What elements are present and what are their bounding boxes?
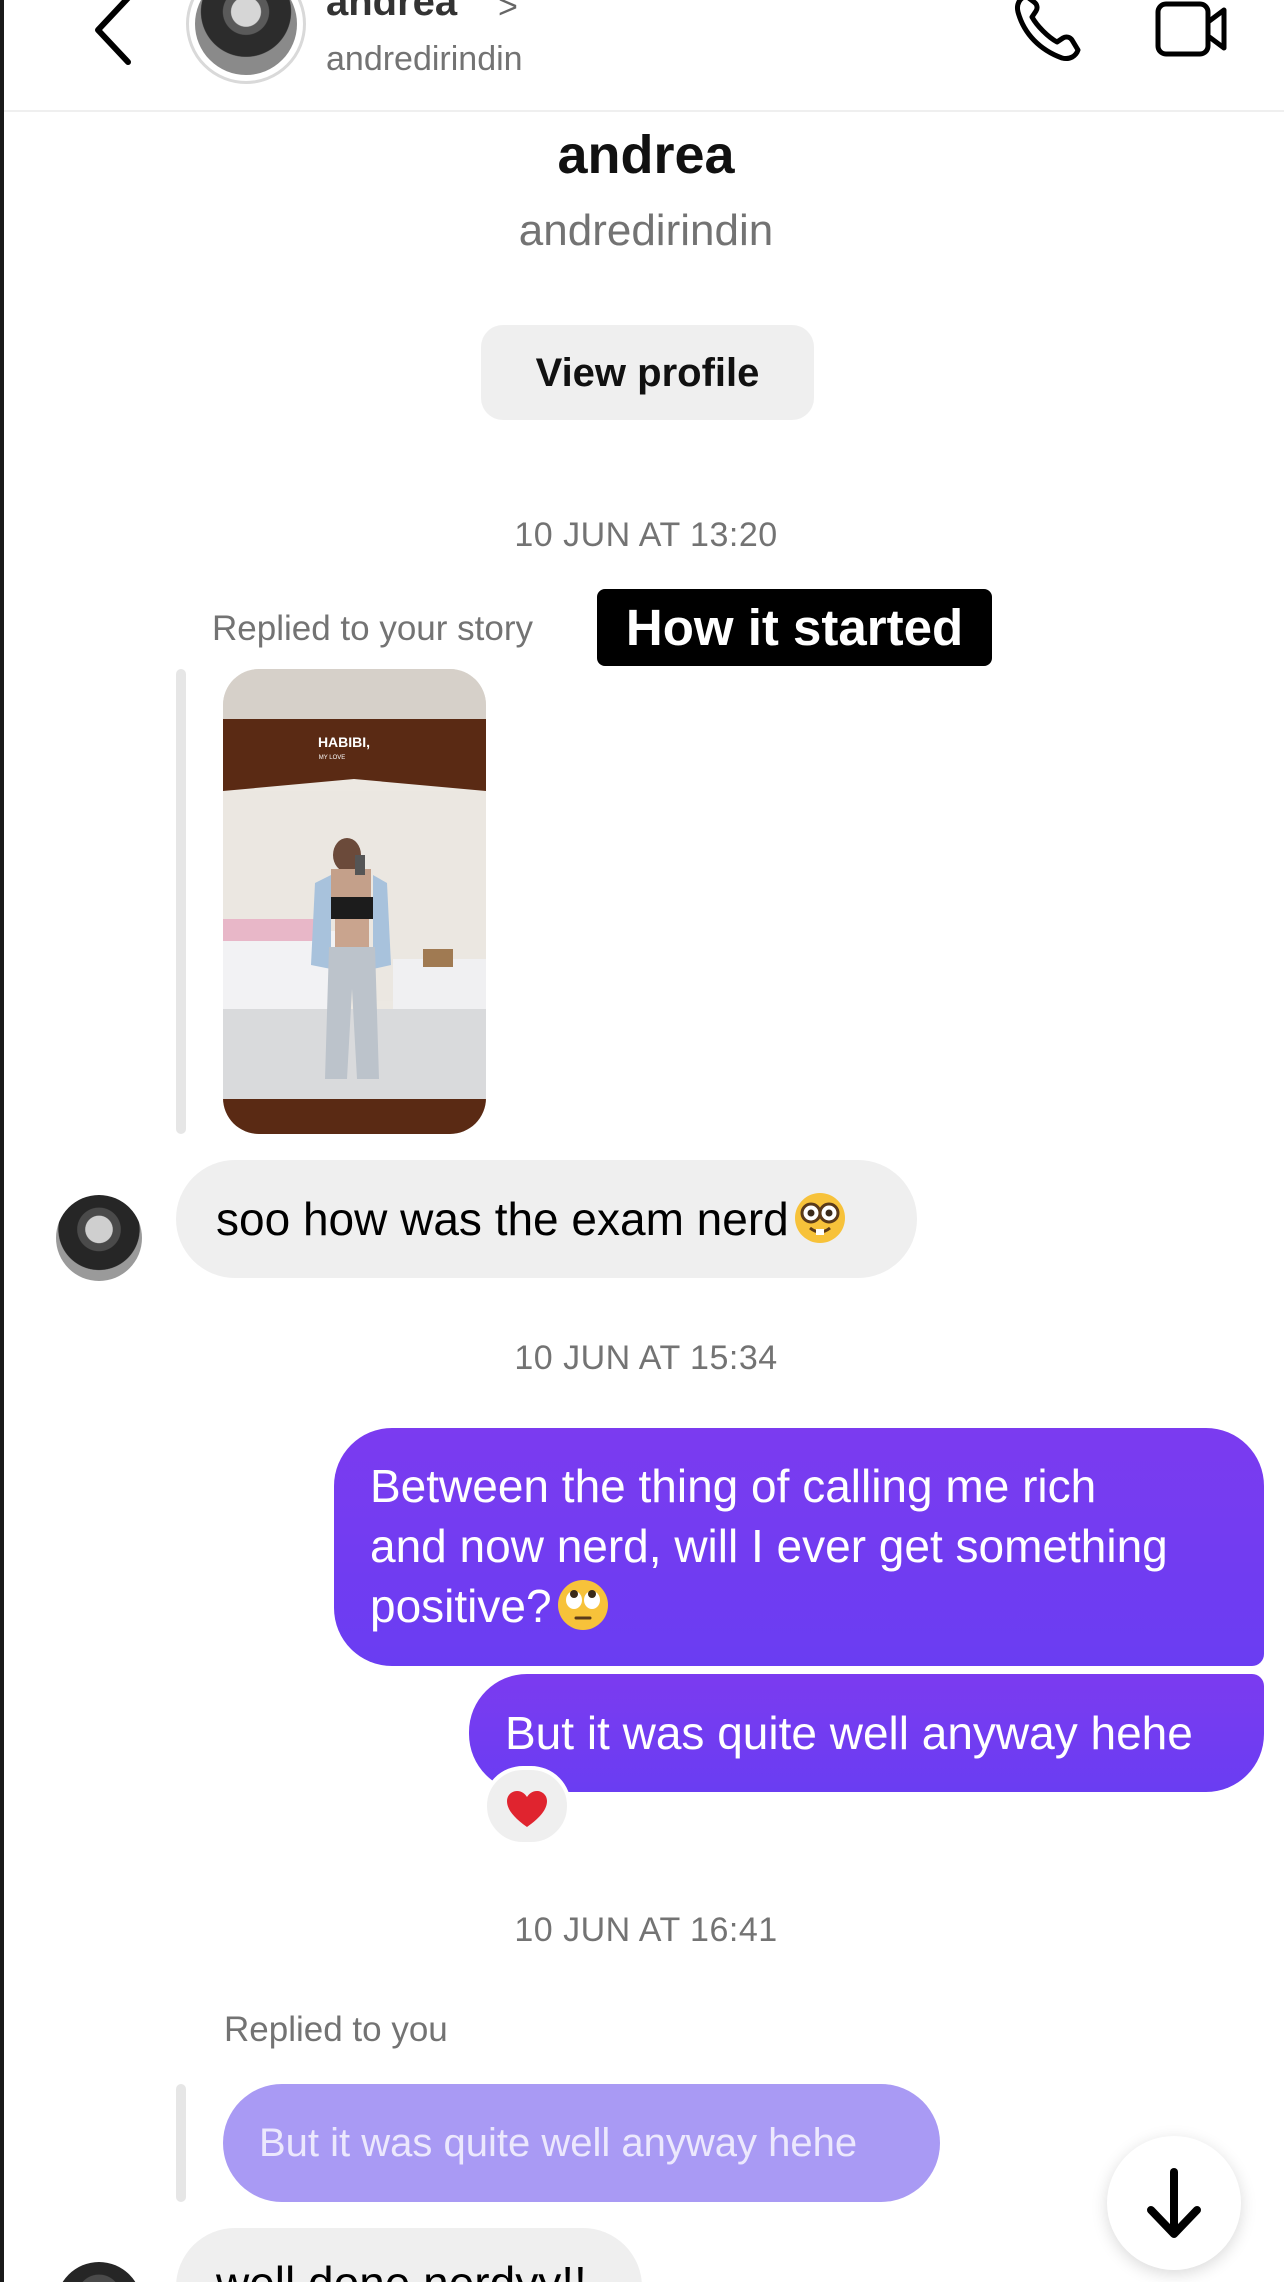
chevron-right-icon: > <box>498 0 518 26</box>
profile-handle: andredirindin <box>518 206 774 255</box>
audio-call-button[interactable] <box>1012 0 1082 64</box>
story-sticker-text: HABIBI, <box>318 734 370 750</box>
nerd-face-icon <box>794 1193 845 1243</box>
story-reply-label: Replied to your story <box>212 609 533 648</box>
message-text: soo how was the exam nerd <box>216 1193 789 1245</box>
phone-icon <box>1015 0 1081 61</box>
arrow-down-icon <box>1147 2168 1201 2238</box>
reply-indicator-bar <box>176 2084 186 2202</box>
outgoing-message[interactable]: But it was quite well anyway hehe <box>469 1674 1264 1792</box>
contact-name[interactable]: andrea <box>326 0 457 25</box>
chevron-left-icon <box>95 0 131 65</box>
quoted-message[interactable]: But it was quite well anyway hehe <box>223 2084 940 2202</box>
outgoing-message[interactable]: Between the thing of calling me rich and… <box>334 1428 1264 1666</box>
story-caption: How it started <box>597 589 992 666</box>
message-timestamp: 10 JUN AT 16:41 <box>514 1911 778 1949</box>
view-profile-button[interactable]: View profile <box>481 325 814 420</box>
reply-indicator-bar <box>176 669 186 1134</box>
message-text: well done nerdyy!! <box>216 2257 587 2282</box>
message-line-last: positive? <box>370 1576 1228 1636</box>
sender-avatar[interactable] <box>56 1195 142 1281</box>
sender-avatar[interactable] <box>56 2262 142 2282</box>
story-photo: HABIBI, MY LOVE <box>223 669 486 1134</box>
message-line: positive? <box>370 1580 552 1632</box>
message-line: and now nerd, will I ever get something <box>370 1520 1168 1572</box>
back-button[interactable] <box>84 0 144 72</box>
reply-label: Replied to you <box>224 2010 448 2049</box>
message-timestamp: 10 JUN AT 15:34 <box>514 1339 778 1377</box>
contact-handle[interactable]: andredirindin <box>326 40 523 79</box>
avatar-image <box>195 0 297 75</box>
chat-header: andrea > andredirindin <box>4 0 1284 112</box>
message-text: But it was quite well anyway hehe <box>505 1707 1193 1759</box>
video-camera-icon <box>1155 1 1227 57</box>
story-sticker-subtext: MY LOVE <box>319 755 346 761</box>
scroll-to-bottom-button[interactable] <box>1107 2136 1241 2270</box>
video-call-button[interactable] <box>1154 0 1230 60</box>
message-line: Between the thing of calling me rich <box>370 1460 1097 1512</box>
story-thumbnail[interactable]: HABIBI, MY LOVE <box>223 669 486 1134</box>
red-heart-icon <box>507 1790 547 1827</box>
eye-roll-face-icon <box>557 1580 608 1630</box>
contact-avatar[interactable] <box>186 0 306 84</box>
message-reaction[interactable] <box>483 1766 571 1846</box>
message-timestamp: 10 JUN AT 13:20 <box>514 516 778 554</box>
chat-screen: andrea > andredirindin andrea andredirin… <box>0 0 1284 2282</box>
profile-name: andrea <box>557 125 735 185</box>
incoming-message[interactable]: soo how was the exam nerd <box>176 1160 917 1278</box>
incoming-message[interactable]: well done nerdyy!! <box>176 2228 642 2282</box>
